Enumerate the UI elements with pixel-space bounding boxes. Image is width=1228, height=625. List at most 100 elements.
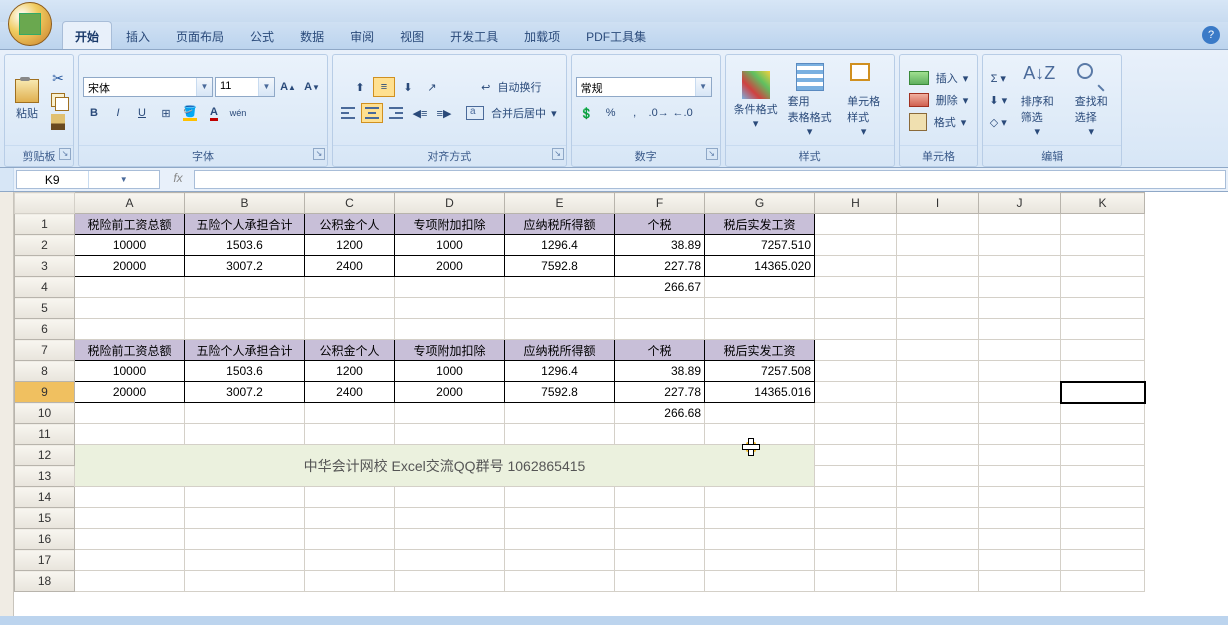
cell-F11[interactable] bbox=[615, 424, 705, 445]
cell-F7[interactable]: 个税 bbox=[615, 340, 705, 361]
cell-H11[interactable] bbox=[815, 424, 897, 445]
cell-G6[interactable] bbox=[705, 319, 815, 340]
cell-E10[interactable] bbox=[505, 403, 615, 424]
cell-H14[interactable] bbox=[815, 487, 897, 508]
col-header-B[interactable]: B bbox=[185, 193, 305, 214]
wrap-text-button[interactable]: ↩ 自动换行 bbox=[476, 77, 546, 97]
orientation-button[interactable]: ↗ bbox=[421, 77, 443, 97]
cell-E18[interactable] bbox=[505, 571, 615, 592]
conditional-format-button[interactable]: 条件格式▾ bbox=[730, 69, 782, 132]
cell-I16[interactable] bbox=[897, 529, 979, 550]
row-header-6[interactable]: 6 bbox=[15, 319, 75, 340]
cell-A5[interactable] bbox=[75, 298, 185, 319]
cell-E14[interactable] bbox=[505, 487, 615, 508]
cell-I9[interactable] bbox=[897, 382, 979, 403]
cell-E15[interactable] bbox=[505, 508, 615, 529]
cell-F2[interactable]: 38.89 bbox=[615, 235, 705, 256]
cell-E17[interactable] bbox=[505, 550, 615, 571]
cell-I10[interactable] bbox=[897, 403, 979, 424]
cell-E5[interactable] bbox=[505, 298, 615, 319]
cell-K16[interactable] bbox=[1061, 529, 1145, 550]
cell-D17[interactable] bbox=[395, 550, 505, 571]
cell-B14[interactable] bbox=[185, 487, 305, 508]
clear-button[interactable]: ◇ ▾ bbox=[987, 112, 1009, 132]
cell-H1[interactable] bbox=[815, 214, 897, 235]
cell-H7[interactable] bbox=[815, 340, 897, 361]
cell-A6[interactable] bbox=[75, 319, 185, 340]
align-right-button[interactable] bbox=[385, 103, 407, 123]
row-header-14[interactable]: 14 bbox=[15, 487, 75, 508]
tab-dev[interactable]: 开发工具 bbox=[438, 22, 510, 49]
cell-K2[interactable] bbox=[1061, 235, 1145, 256]
cell-I1[interactable] bbox=[897, 214, 979, 235]
cell-B11[interactable] bbox=[185, 424, 305, 445]
col-header-F[interactable]: F bbox=[615, 193, 705, 214]
cell-G16[interactable] bbox=[705, 529, 815, 550]
dialog-launcher[interactable]: ↘ bbox=[313, 148, 325, 160]
cell-C17[interactable] bbox=[305, 550, 395, 571]
cell-J15[interactable] bbox=[979, 508, 1061, 529]
tab-review[interactable]: 审阅 bbox=[338, 22, 386, 49]
align-middle-button[interactable]: ≡ bbox=[373, 77, 395, 97]
row-header-8[interactable]: 8 bbox=[15, 361, 75, 382]
grow-font-button[interactable]: A▲ bbox=[277, 77, 299, 97]
cell-H2[interactable] bbox=[815, 235, 897, 256]
cut-button[interactable]: ✂ bbox=[47, 68, 69, 88]
col-header-J[interactable]: J bbox=[979, 193, 1061, 214]
cell-J2[interactable] bbox=[979, 235, 1061, 256]
cell-F9[interactable]: 227.78 bbox=[615, 382, 705, 403]
cell-B5[interactable] bbox=[185, 298, 305, 319]
cell-K13[interactable] bbox=[1061, 466, 1145, 487]
format-painter-button[interactable] bbox=[47, 112, 69, 132]
cell-C10[interactable] bbox=[305, 403, 395, 424]
cell-I15[interactable] bbox=[897, 508, 979, 529]
cell-D9[interactable]: 2000 bbox=[395, 382, 505, 403]
cell-I3[interactable] bbox=[897, 256, 979, 277]
cell-F5[interactable] bbox=[615, 298, 705, 319]
cell-B6[interactable] bbox=[185, 319, 305, 340]
cell-H16[interactable] bbox=[815, 529, 897, 550]
cell-D18[interactable] bbox=[395, 571, 505, 592]
fill-color-button[interactable]: 🪣 bbox=[179, 103, 201, 123]
cell-C2[interactable]: 1200 bbox=[305, 235, 395, 256]
increase-decimal-button[interactable]: .0→ bbox=[648, 103, 670, 123]
delete-cell-button[interactable]: 删除 ▾ bbox=[904, 90, 974, 110]
tab-data[interactable]: 数据 bbox=[288, 22, 336, 49]
cell-C8[interactable]: 1200 bbox=[305, 361, 395, 382]
cell-C3[interactable]: 2400 bbox=[305, 256, 395, 277]
cell-A10[interactable] bbox=[75, 403, 185, 424]
cell-J11[interactable] bbox=[979, 424, 1061, 445]
cell-style-button[interactable]: 单元格 样式▾ bbox=[838, 61, 890, 140]
tab-pdf[interactable]: PDF工具集 bbox=[574, 22, 658, 49]
cell-K3[interactable] bbox=[1061, 256, 1145, 277]
cell-G10[interactable] bbox=[705, 403, 815, 424]
cell-H17[interactable] bbox=[815, 550, 897, 571]
tab-formula[interactable]: 公式 bbox=[238, 22, 286, 49]
cell-A14[interactable] bbox=[75, 487, 185, 508]
increase-indent-button[interactable]: ≡▶ bbox=[433, 103, 455, 123]
align-top-button[interactable]: ⬆ bbox=[349, 77, 371, 97]
cell-K11[interactable] bbox=[1061, 424, 1145, 445]
cell-K15[interactable] bbox=[1061, 508, 1145, 529]
tab-layout[interactable]: 页面布局 bbox=[164, 22, 236, 49]
cell-D8[interactable]: 1000 bbox=[395, 361, 505, 382]
cell-H8[interactable] bbox=[815, 361, 897, 382]
cell-H5[interactable] bbox=[815, 298, 897, 319]
cell-A11[interactable] bbox=[75, 424, 185, 445]
cell-K6[interactable] bbox=[1061, 319, 1145, 340]
sort-filter-button[interactable]: A↓Z排序和 筛选▾ bbox=[1011, 61, 1063, 140]
col-header-D[interactable]: D bbox=[395, 193, 505, 214]
cell-J17[interactable] bbox=[979, 550, 1061, 571]
cell-J13[interactable] bbox=[979, 466, 1061, 487]
insert-cell-button[interactable]: 插入 ▾ bbox=[904, 68, 974, 88]
cell-D5[interactable] bbox=[395, 298, 505, 319]
cell-B17[interactable] bbox=[185, 550, 305, 571]
cell-J8[interactable] bbox=[979, 361, 1061, 382]
cell-B16[interactable] bbox=[185, 529, 305, 550]
col-header-G[interactable]: G bbox=[705, 193, 815, 214]
cell-F1[interactable]: 个税 bbox=[615, 214, 705, 235]
font-name-select[interactable]: 宋体▼ bbox=[83, 77, 213, 97]
paste-button[interactable]: 粘贴 bbox=[9, 76, 45, 124]
cell-K17[interactable] bbox=[1061, 550, 1145, 571]
font-color-button[interactable]: A bbox=[203, 103, 225, 123]
